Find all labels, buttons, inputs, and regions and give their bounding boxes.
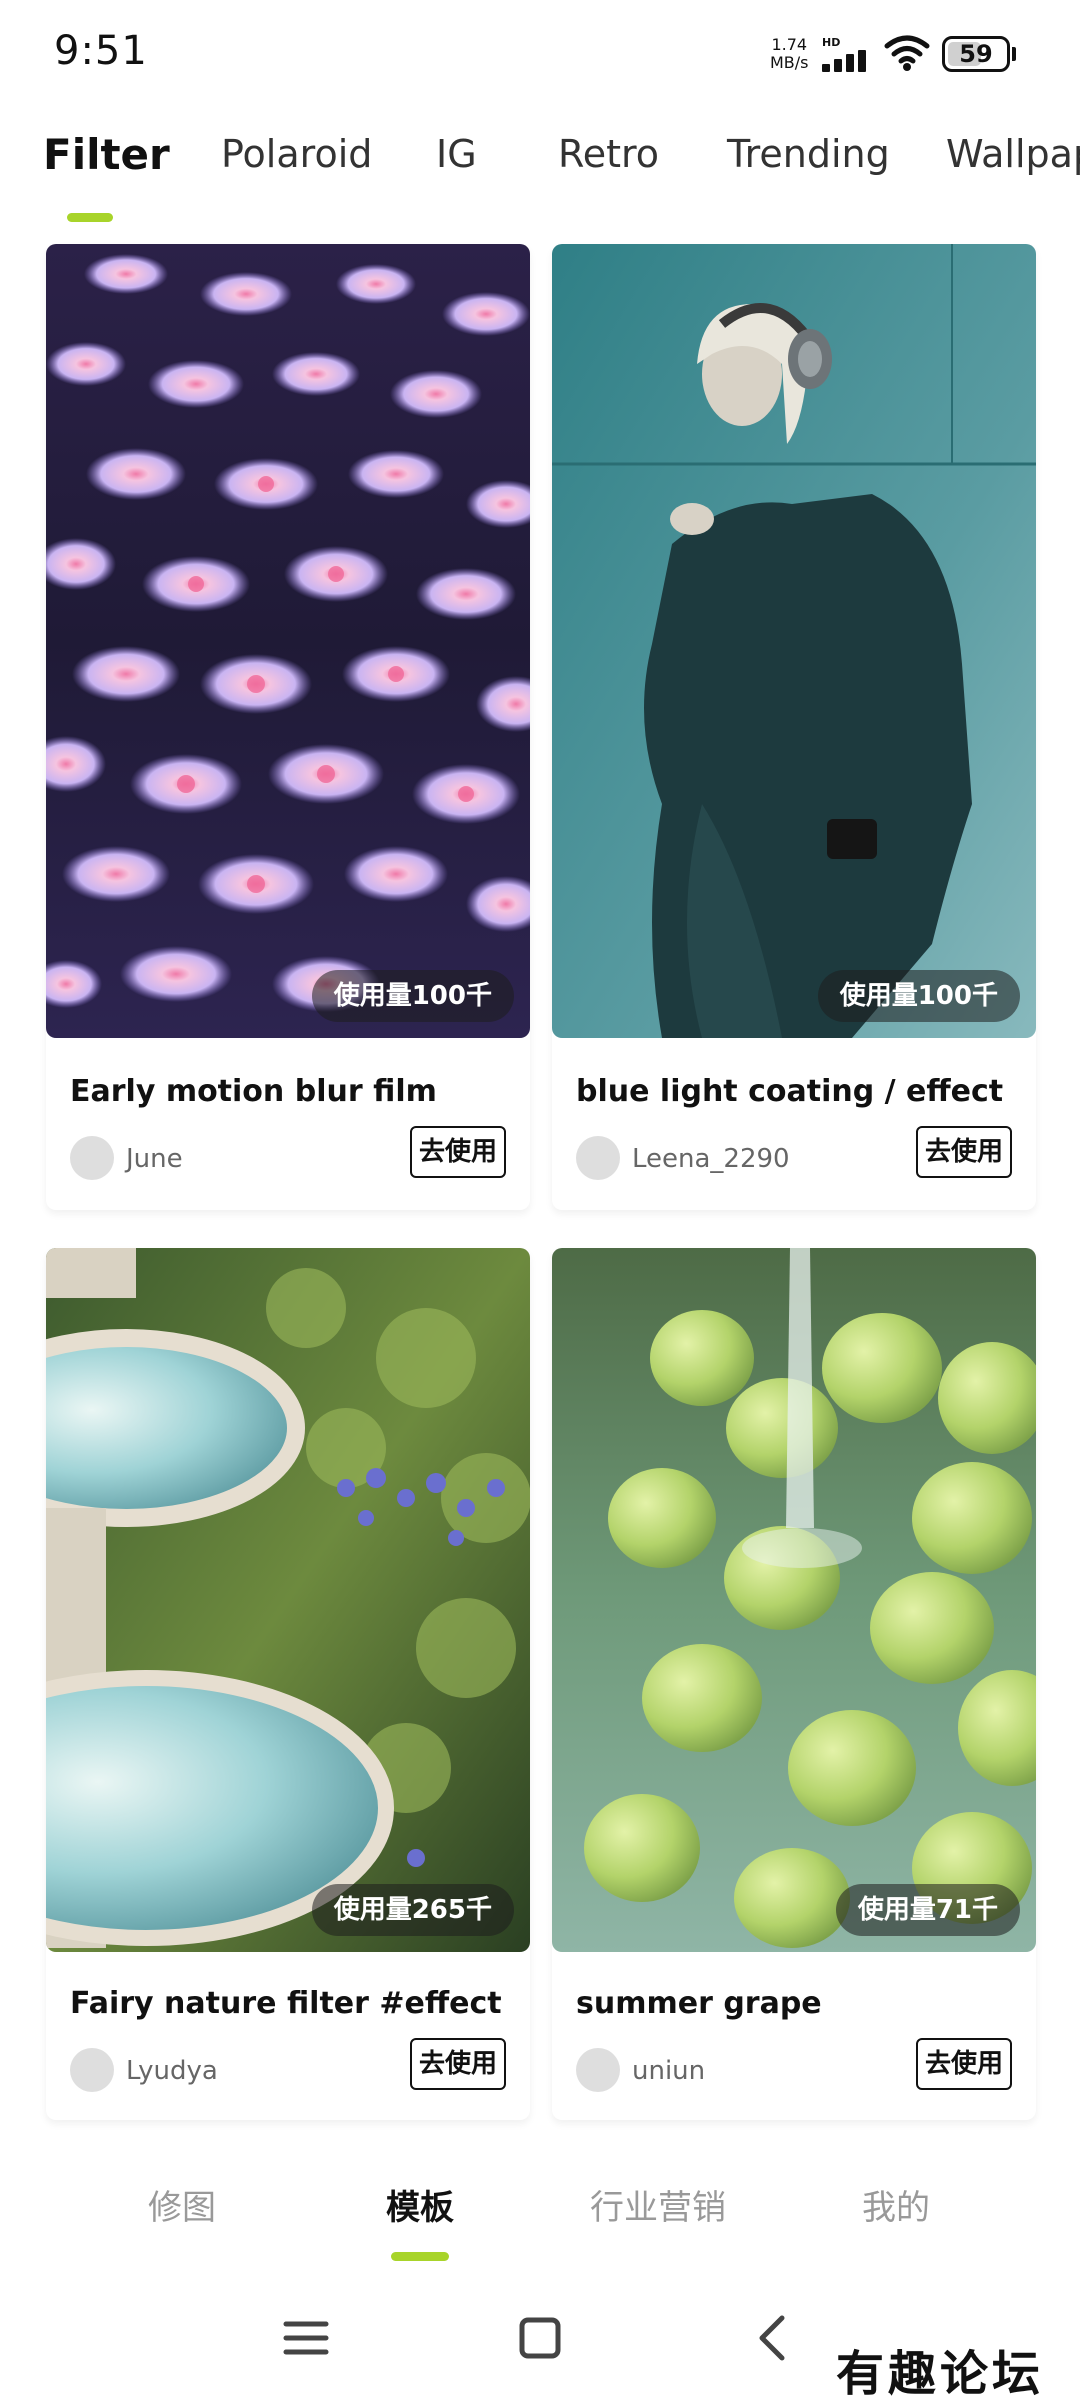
template-card[interactable]: 使用量265千 Fairy nature filter #effect Lyud… [46, 1248, 530, 2120]
cellular-signal-icon: HD [822, 36, 872, 72]
avatar [70, 1136, 114, 1180]
wifi-icon [884, 35, 930, 71]
network-speed-value: 1.74 [771, 35, 808, 54]
battery-icon: 59 [942, 36, 1010, 72]
tab-wallpaper[interactable]: Wallpap [946, 132, 1080, 176]
active-nav-indicator [391, 2252, 449, 2261]
template-title: blue light coating / effect [576, 1074, 1004, 1109]
nav-item-edit[interactable]: 修图 [82, 2180, 282, 2229]
use-template-button[interactable]: 去使用 [916, 1126, 1012, 1178]
watermark: 有趣论坛 [836, 2346, 1045, 2402]
template-preview-image[interactable]: 使用量100千 [46, 244, 530, 1038]
tab-trending[interactable]: Trending [727, 132, 890, 176]
bottom-navigation: 修图 模板 行业营销 我的 [0, 2168, 1080, 2278]
author-name: June [126, 1144, 183, 1174]
tab-ig[interactable]: IG [436, 132, 477, 176]
hd-label: HD [822, 36, 841, 49]
usage-count-badge: 使用量71千 [835, 1884, 1020, 1936]
template-preview-image[interactable]: 使用量71千 [552, 1248, 1036, 1952]
usage-count-badge: 使用量100千 [817, 970, 1020, 1022]
nav-item-marketing[interactable]: 行业营销 [558, 2180, 758, 2229]
usage-count-badge: 使用量265千 [311, 1884, 514, 1936]
template-card[interactable]: 使用量71千 summer grape uniun 去使用 [552, 1248, 1036, 2120]
category-tabs: Filter Polaroid IG Retro Trending Wallpa… [0, 118, 1080, 228]
use-template-button[interactable]: 去使用 [410, 1126, 506, 1178]
avatar [70, 2048, 114, 2092]
author-name: Leena_2290 [632, 1144, 790, 1174]
active-tab-indicator [67, 213, 113, 222]
avatar [576, 2048, 620, 2092]
author-row: uniun 去使用 [576, 2036, 1012, 2096]
template-preview-image[interactable]: 使用量265千 [46, 1248, 530, 1952]
author-name: Lyudya [126, 2056, 218, 2086]
template-title: summer grape [576, 1986, 822, 2021]
status-time: 9:51 [54, 28, 148, 74]
network-speed-unit: MB/s [770, 53, 809, 72]
nav-item-profile[interactable]: 我的 [796, 2180, 996, 2229]
template-card[interactable]: 使用量100千 blue light coating / effect Leen… [552, 244, 1036, 1210]
author-row: June 去使用 [70, 1124, 506, 1184]
author-name: uniun [632, 2056, 706, 2086]
template-title: Fairy nature filter #effect [70, 1986, 502, 2021]
use-template-button[interactable]: 去使用 [916, 2038, 1012, 2090]
usage-count-badge: 使用量100千 [311, 970, 514, 1022]
template-card[interactable]: 使用量100千 Early motion blur film June 去使用 [46, 244, 530, 1210]
battery-cap [1012, 47, 1016, 61]
menu-icon[interactable] [276, 2308, 336, 2368]
tab-filter[interactable]: Filter [43, 130, 170, 179]
avatar [576, 1136, 620, 1180]
battery-level: 59 [959, 40, 993, 68]
nav-item-templates[interactable]: 模板 [320, 2180, 520, 2229]
network-speed: 1.74 MB/s [770, 36, 809, 72]
use-template-button[interactable]: 去使用 [410, 2038, 506, 2090]
status-bar: 9:51 1.74 MB/s HD 59 [0, 0, 1080, 110]
back-icon[interactable] [744, 2308, 804, 2368]
template-preview-image[interactable]: 使用量100千 [552, 244, 1036, 1038]
home-icon[interactable] [510, 2308, 570, 2368]
tab-retro[interactable]: Retro [558, 132, 659, 176]
author-row: Leena_2290 去使用 [576, 1124, 1012, 1184]
author-row: Lyudya 去使用 [70, 2036, 506, 2096]
template-title: Early motion blur film [70, 1074, 437, 1109]
tab-polaroid[interactable]: Polaroid [221, 132, 372, 176]
